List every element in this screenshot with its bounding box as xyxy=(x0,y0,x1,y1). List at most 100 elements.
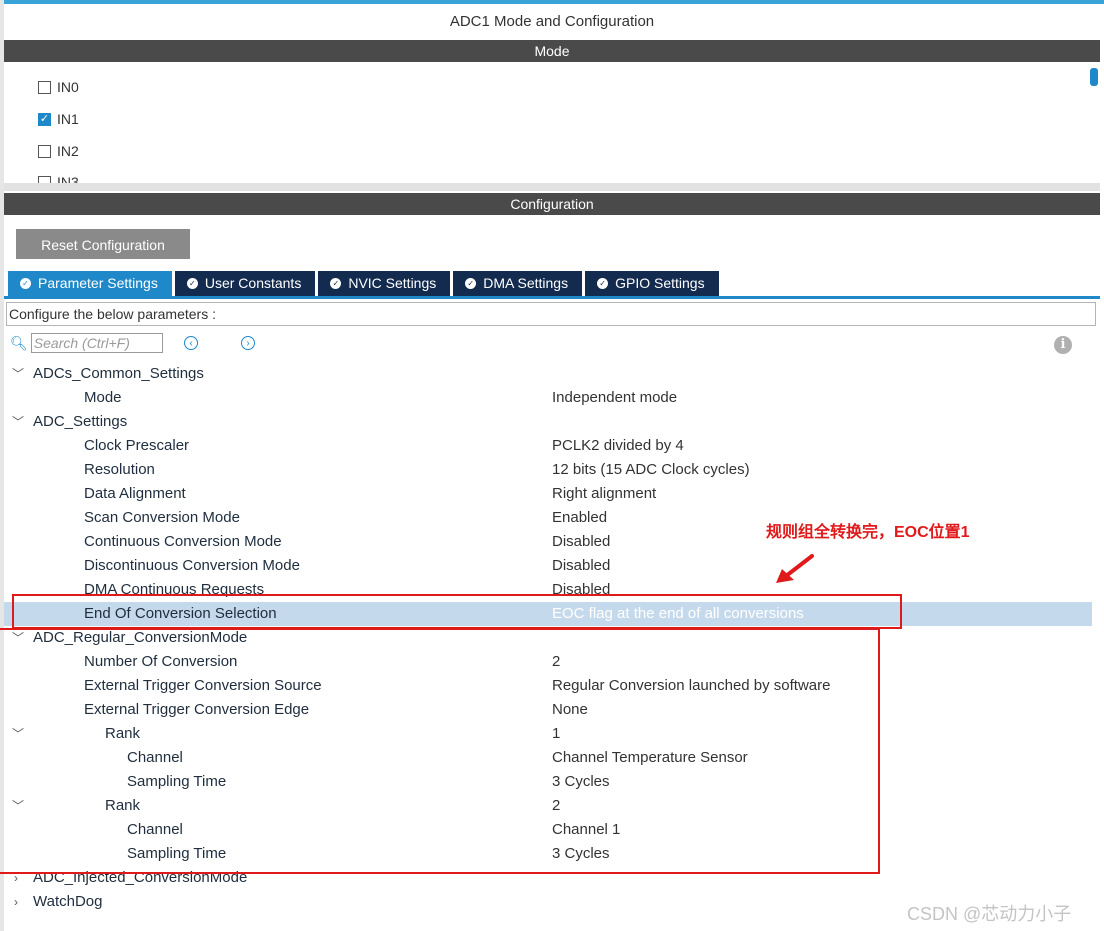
checkbox-label: IN3 xyxy=(57,174,79,183)
tree-group-adc-injected-conversionmode[interactable]: › ADC_Injected_ConversionMode xyxy=(4,866,1092,890)
checkbox-label: IN0 xyxy=(57,79,79,95)
annotation-text: 规则组全转换完，EOC位置1 xyxy=(766,524,970,541)
tab-gpio-settings[interactable]: ✓ GPIO Settings xyxy=(585,271,719,296)
search-input[interactable] xyxy=(30,333,163,353)
param-row-rank2-sampling-time[interactable]: Sampling Time 3 Cycles xyxy=(4,842,1092,866)
param-row-dma-continuous-requests[interactable]: DMA Continuous Requests Disabled xyxy=(4,578,1092,602)
check-circle-icon: ✓ xyxy=(597,278,609,289)
param-row-rank1-sampling-time[interactable]: Sampling Time 3 Cycles xyxy=(4,770,1092,794)
param-value[interactable]: 3 Cycles xyxy=(552,842,610,866)
check-circle-icon: ✓ xyxy=(330,278,342,289)
checkbox-in3[interactable]: IN3 xyxy=(38,174,79,183)
param-label: Resolution xyxy=(84,461,155,478)
mode-scrollbar-thumb[interactable] xyxy=(1090,68,1098,86)
param-row-mode[interactable]: Mode Independent mode xyxy=(4,386,1092,410)
param-row-rank1-channel[interactable]: Channel Channel Temperature Sensor xyxy=(4,746,1092,770)
checkbox-box[interactable] xyxy=(38,80,51,94)
checkbox-box[interactable] xyxy=(38,175,51,183)
tab-user-constants[interactable]: ✓ User Constants xyxy=(174,271,316,296)
param-value[interactable]: 12 bits (15 ADC Clock cycles) xyxy=(552,458,750,482)
param-row-discontinuous-conversion-mode[interactable]: Discontinuous Conversion Mode Disabled xyxy=(4,554,1092,578)
param-label: Sampling Time xyxy=(127,845,227,862)
param-label: Mode xyxy=(84,389,122,406)
param-label: Number Of Conversion xyxy=(84,653,238,670)
param-row-resolution[interactable]: Resolution 12 bits (15 ADC Clock cycles) xyxy=(4,458,1092,482)
mode-panel: IN0 ✓ IN1 IN2 IN3 xyxy=(4,63,1100,183)
tree-label: ADC_Settings xyxy=(33,413,128,430)
param-value[interactable]: 1 xyxy=(552,722,560,746)
search-icon: 🔍︎ xyxy=(10,334,28,351)
chevron-down-icon[interactable]: ﹀ xyxy=(12,410,24,434)
chevron-right-icon[interactable]: › xyxy=(14,866,18,890)
param-label: Discontinuous Conversion Mode xyxy=(84,557,300,574)
checkbox-label: IN1 xyxy=(57,111,79,127)
param-value[interactable]: Independent mode xyxy=(552,386,677,410)
param-value[interactable]: 2 xyxy=(552,650,560,674)
tab-dma-settings[interactable]: ✓ DMA Settings xyxy=(453,271,583,296)
chevron-down-icon[interactable]: ﹀ xyxy=(12,722,24,746)
param-label: End Of Conversion Selection xyxy=(84,605,277,622)
param-value[interactable]: Channel Temperature Sensor xyxy=(552,746,748,770)
tree-group-rank-1[interactable]: ﹀ Rank 1 xyxy=(4,722,1092,746)
chevron-down-icon[interactable]: ﹀ xyxy=(12,794,24,818)
tree-label: Rank xyxy=(105,797,141,814)
param-value[interactable]: Right alignment xyxy=(552,482,656,506)
param-value[interactable]: 2 xyxy=(552,794,560,818)
param-value[interactable]: EOC flag at the end of all conversions xyxy=(552,602,804,626)
checkbox-in0[interactable]: IN0 xyxy=(38,79,79,95)
checkbox-box[interactable] xyxy=(38,144,51,158)
check-circle-icon: ✓ xyxy=(20,278,31,289)
reset-configuration-button[interactable]: Reset Configuration xyxy=(16,229,190,259)
param-label: Scan Conversion Mode xyxy=(84,509,240,526)
chevron-down-icon[interactable]: ﹀ xyxy=(12,626,24,650)
configuration-header: Configuration xyxy=(4,193,1100,215)
param-value[interactable]: Enabled xyxy=(552,506,607,530)
previous-match-icon[interactable]: ‹ xyxy=(184,336,198,350)
tree-group-rank-2[interactable]: ﹀ Rank 2 xyxy=(4,794,1092,818)
check-circle-icon: ✓ xyxy=(186,278,198,289)
info-icon[interactable]: i xyxy=(1054,336,1072,354)
param-row-end-of-conversion-selection[interactable]: End Of Conversion Selection EOC flag at … xyxy=(4,602,1092,626)
param-value[interactable]: 3 Cycles xyxy=(552,770,610,794)
window-top-accent xyxy=(0,0,1104,4)
chevron-down-icon[interactable]: ﹀ xyxy=(12,362,24,386)
tree-label: ADC_Regular_ConversionMode xyxy=(33,629,248,646)
param-label: Clock Prescaler xyxy=(84,437,190,454)
tab-underline xyxy=(4,296,1100,299)
tab-label: NVIC Settings xyxy=(348,275,437,291)
tree-group-adc-settings[interactable]: ﹀ ADC_Settings xyxy=(4,410,1092,434)
param-row-data-alignment[interactable]: Data Alignment Right alignment xyxy=(4,482,1092,506)
checkbox-box-checked[interactable]: ✓ xyxy=(38,112,51,126)
window-title: ADC1 Mode and Configuration xyxy=(449,13,655,30)
param-value[interactable]: PCLK2 divided by 4 xyxy=(552,434,684,458)
param-label: Continuous Conversion Mode xyxy=(84,533,282,550)
tree-group-adc-regular-conversionmode[interactable]: ﹀ ADC_Regular_ConversionMode xyxy=(4,626,1092,650)
param-label: Channel xyxy=(127,749,183,766)
param-value[interactable]: Regular Conversion launched by software xyxy=(552,674,831,698)
mode-header: Mode xyxy=(4,40,1100,62)
param-value[interactable]: Channel 1 xyxy=(552,818,620,842)
tab-nvic-settings[interactable]: ✓ NVIC Settings xyxy=(318,271,451,296)
chevron-right-icon[interactable]: › xyxy=(14,890,18,914)
check-circle-icon: ✓ xyxy=(465,278,477,289)
param-row-number-of-conversion[interactable]: Number Of Conversion 2 xyxy=(4,650,1092,674)
param-label: Channel xyxy=(127,821,183,838)
param-label: DMA Continuous Requests xyxy=(84,581,265,598)
param-row-rank2-channel[interactable]: Channel Channel 1 xyxy=(4,818,1092,842)
tree-label: ADC_Injected_ConversionMode xyxy=(33,869,248,886)
next-match-icon[interactable]: › xyxy=(241,336,255,350)
tree-label: ADCs_Common_Settings xyxy=(33,365,204,382)
param-row-external-trigger-source[interactable]: External Trigger Conversion Source Regul… xyxy=(4,674,1092,698)
param-value[interactable]: Disabled xyxy=(552,578,610,602)
param-row-external-trigger-edge[interactable]: External Trigger Conversion Edge None xyxy=(4,698,1092,722)
checkbox-in1[interactable]: ✓ IN1 xyxy=(38,111,79,127)
panel-splitter[interactable] xyxy=(4,183,1100,191)
tree-group-adcs-common-settings[interactable]: ﹀ ADCs_Common_Settings xyxy=(4,362,1092,386)
param-value[interactable]: None xyxy=(552,698,588,722)
param-value[interactable]: Disabled xyxy=(552,530,610,554)
param-value[interactable]: Disabled xyxy=(552,554,610,578)
checkbox-in2[interactable]: IN2 xyxy=(38,143,79,159)
param-row-clock-prescaler[interactable]: Clock Prescaler PCLK2 divided by 4 xyxy=(4,434,1092,458)
tab-parameter-settings[interactable]: ✓ Parameter Settings xyxy=(8,271,172,296)
param-label: External Trigger Conversion Edge xyxy=(84,701,310,718)
